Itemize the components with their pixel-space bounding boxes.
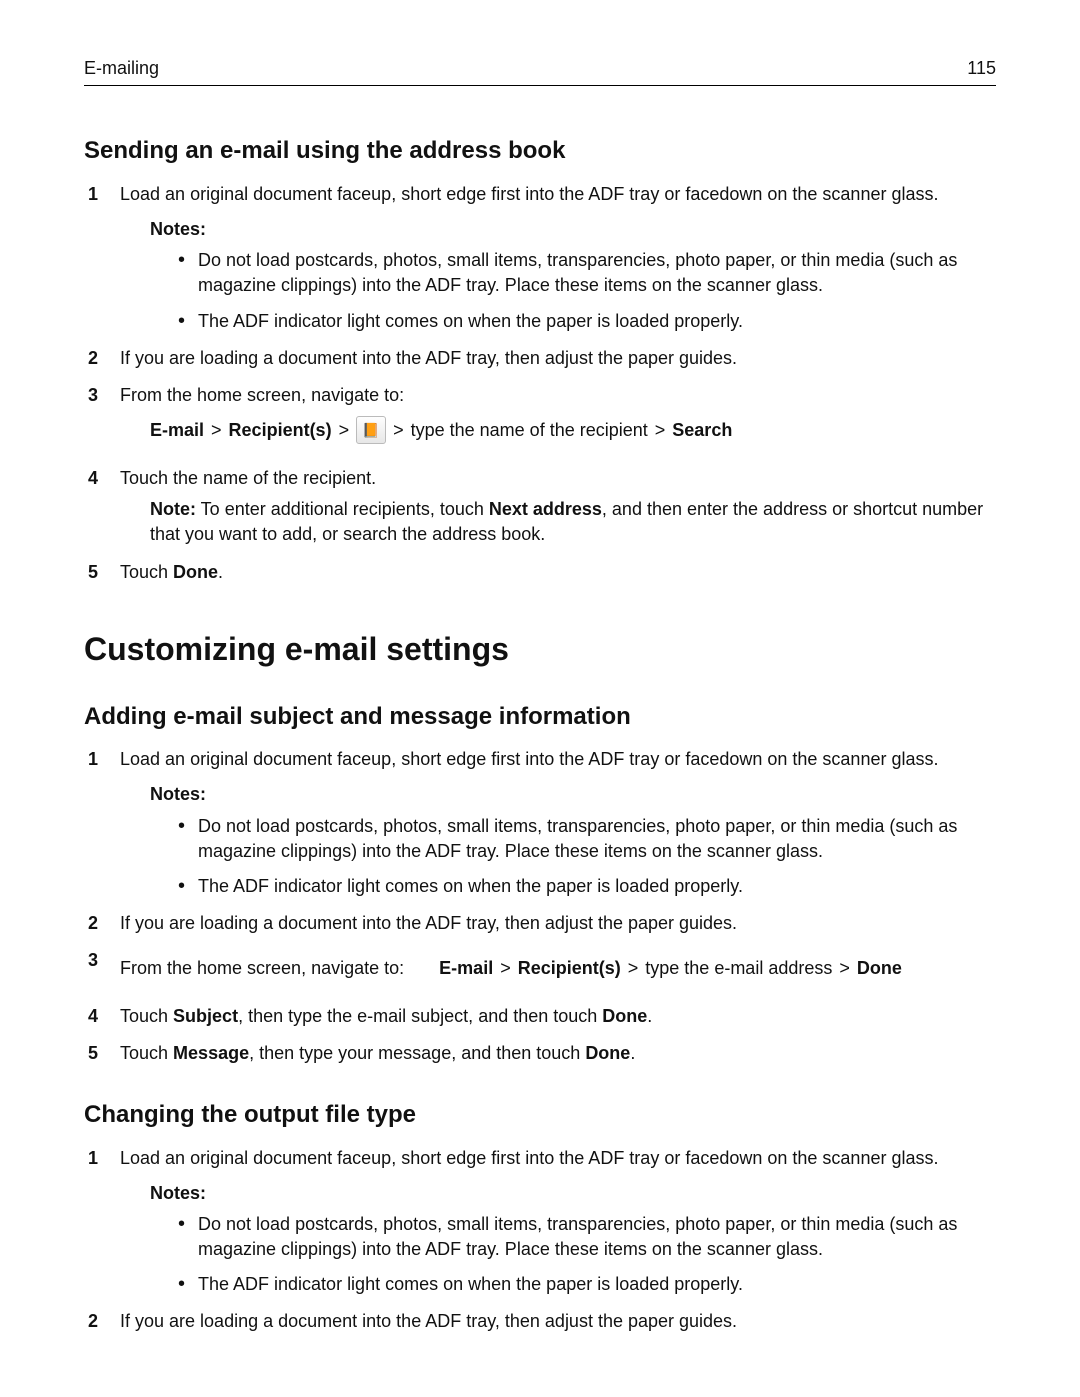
note-item: The ADF indicator light comes on when th… <box>178 309 996 334</box>
nav-done: Done <box>857 956 902 981</box>
heading-send-email-address-book: Sending an e-mail using the address book <box>84 134 996 168</box>
step-text: If you are loading a document into the A… <box>120 1311 737 1331</box>
next-address-bold: Next address <box>489 499 602 519</box>
done-bold: Done <box>585 1043 630 1063</box>
message-bold: Message <box>173 1043 249 1063</box>
nav-recipients: Recipient(s) <box>518 956 621 981</box>
note-item: The ADF indicator light comes on when th… <box>178 874 996 899</box>
nav-search: Search <box>672 418 732 443</box>
step-item: Touch Done. <box>84 560 996 585</box>
step-item: Load an original document faceup, short … <box>84 1146 996 1298</box>
notes-list: Do not load postcards, photos, small ite… <box>178 248 996 334</box>
nav-tail: type the name of the recipient <box>411 418 648 443</box>
nav-separator <box>392 418 405 443</box>
steps-list: Load an original document faceup, short … <box>84 1146 996 1335</box>
step-text: Touch the name of the recipient. <box>120 468 376 488</box>
header-page-number: 115 <box>967 56 996 81</box>
nav-recipients: Recipient(s) <box>229 418 332 443</box>
running-header: E-mailing 115 <box>84 56 996 86</box>
step-text-c: . <box>630 1043 635 1063</box>
nav-email: E-mail <box>439 956 493 981</box>
done-bold: Done <box>173 562 218 582</box>
step-text-b: , then type the e-mail subject, and then… <box>238 1006 602 1026</box>
step-text: Load an original document faceup, short … <box>120 749 938 769</box>
step-item: If you are loading a document into the A… <box>84 1309 996 1334</box>
notes-list: Do not load postcards, photos, small ite… <box>178 814 996 900</box>
step-item: Touch Subject, then type the e-mail subj… <box>84 1004 996 1029</box>
note-item: The ADF indicator light comes on when th… <box>178 1272 996 1297</box>
step-note: Note: To enter additional recipients, to… <box>150 497 996 547</box>
step-text: From the home screen, navigate to: <box>120 958 404 978</box>
navigation-path: E-mail Recipient(s) type the e-mail addr… <box>439 956 902 981</box>
nav-separator <box>627 956 640 981</box>
step-item: Touch Message, then type your message, a… <box>84 1041 996 1066</box>
heading-changing-output-file-type: Changing the output file type <box>84 1098 996 1132</box>
step-text: From the home screen, navigate to: <box>120 385 404 405</box>
step-item: From the home screen, navigate to: E-mai… <box>84 948 996 991</box>
step-text-a: Touch <box>120 1043 173 1063</box>
nav-tail: type the e-mail address <box>645 956 832 981</box>
nav-separator <box>838 956 851 981</box>
step-text: Load an original document faceup, short … <box>120 1148 938 1168</box>
navigation-path: E-mail Recipient(s) 📙 type the name of t… <box>150 416 732 444</box>
nav-separator <box>338 418 351 443</box>
step-item: If you are loading a document into the A… <box>84 346 996 371</box>
step-text-a: Touch <box>120 1006 173 1026</box>
notes-label: Notes: <box>150 1181 996 1206</box>
step-item: If you are loading a document into the A… <box>84 911 996 936</box>
note-item: Do not load postcards, photos, small ite… <box>178 248 996 298</box>
step-text: If you are loading a document into the A… <box>120 913 737 933</box>
steps-list: Load an original document faceup, short … <box>84 182 996 585</box>
notes-label: Notes: <box>150 782 996 807</box>
header-section-name: E-mailing <box>84 56 159 81</box>
step-item: Load an original document faceup, short … <box>84 747 996 899</box>
heading-adding-email-subject: Adding e-mail subject and message inform… <box>84 700 996 734</box>
note-item: Do not load postcards, photos, small ite… <box>178 814 996 864</box>
address-book-icon: 📙 <box>356 416 386 444</box>
step-text-c: . <box>647 1006 652 1026</box>
done-bold: Done <box>602 1006 647 1026</box>
step-text: Load an original document faceup, short … <box>120 184 938 204</box>
step-item: Touch the name of the recipient. Note: T… <box>84 466 996 548</box>
nav-separator <box>654 418 667 443</box>
steps-list: Load an original document faceup, short … <box>84 747 996 1066</box>
document-page: E-mailing 115 Sending an e-mail using th… <box>0 0 1080 1397</box>
step-item: Load an original document faceup, short … <box>84 182 996 334</box>
step-text: If you are loading a document into the A… <box>120 348 737 368</box>
step-item: From the home screen, navigate to: E-mai… <box>84 383 996 454</box>
note-item: Do not load postcards, photos, small ite… <box>178 1212 996 1262</box>
nav-email: E-mail <box>150 418 204 443</box>
step-text-b: . <box>218 562 223 582</box>
subject-bold: Subject <box>173 1006 238 1026</box>
note-text-a: To enter additional recipients, touch <box>196 499 489 519</box>
step-text-a: Touch <box>120 562 173 582</box>
nav-separator <box>210 418 223 443</box>
note-label: Note: <box>150 499 196 519</box>
notes-label: Notes: <box>150 217 996 242</box>
notes-list: Do not load postcards, photos, small ite… <box>178 1212 996 1298</box>
heading-customizing-email-settings: Customizing e-mail settings <box>84 627 996 672</box>
nav-separator <box>499 956 512 981</box>
step-text-b: , then type your message, and then touch <box>249 1043 585 1063</box>
